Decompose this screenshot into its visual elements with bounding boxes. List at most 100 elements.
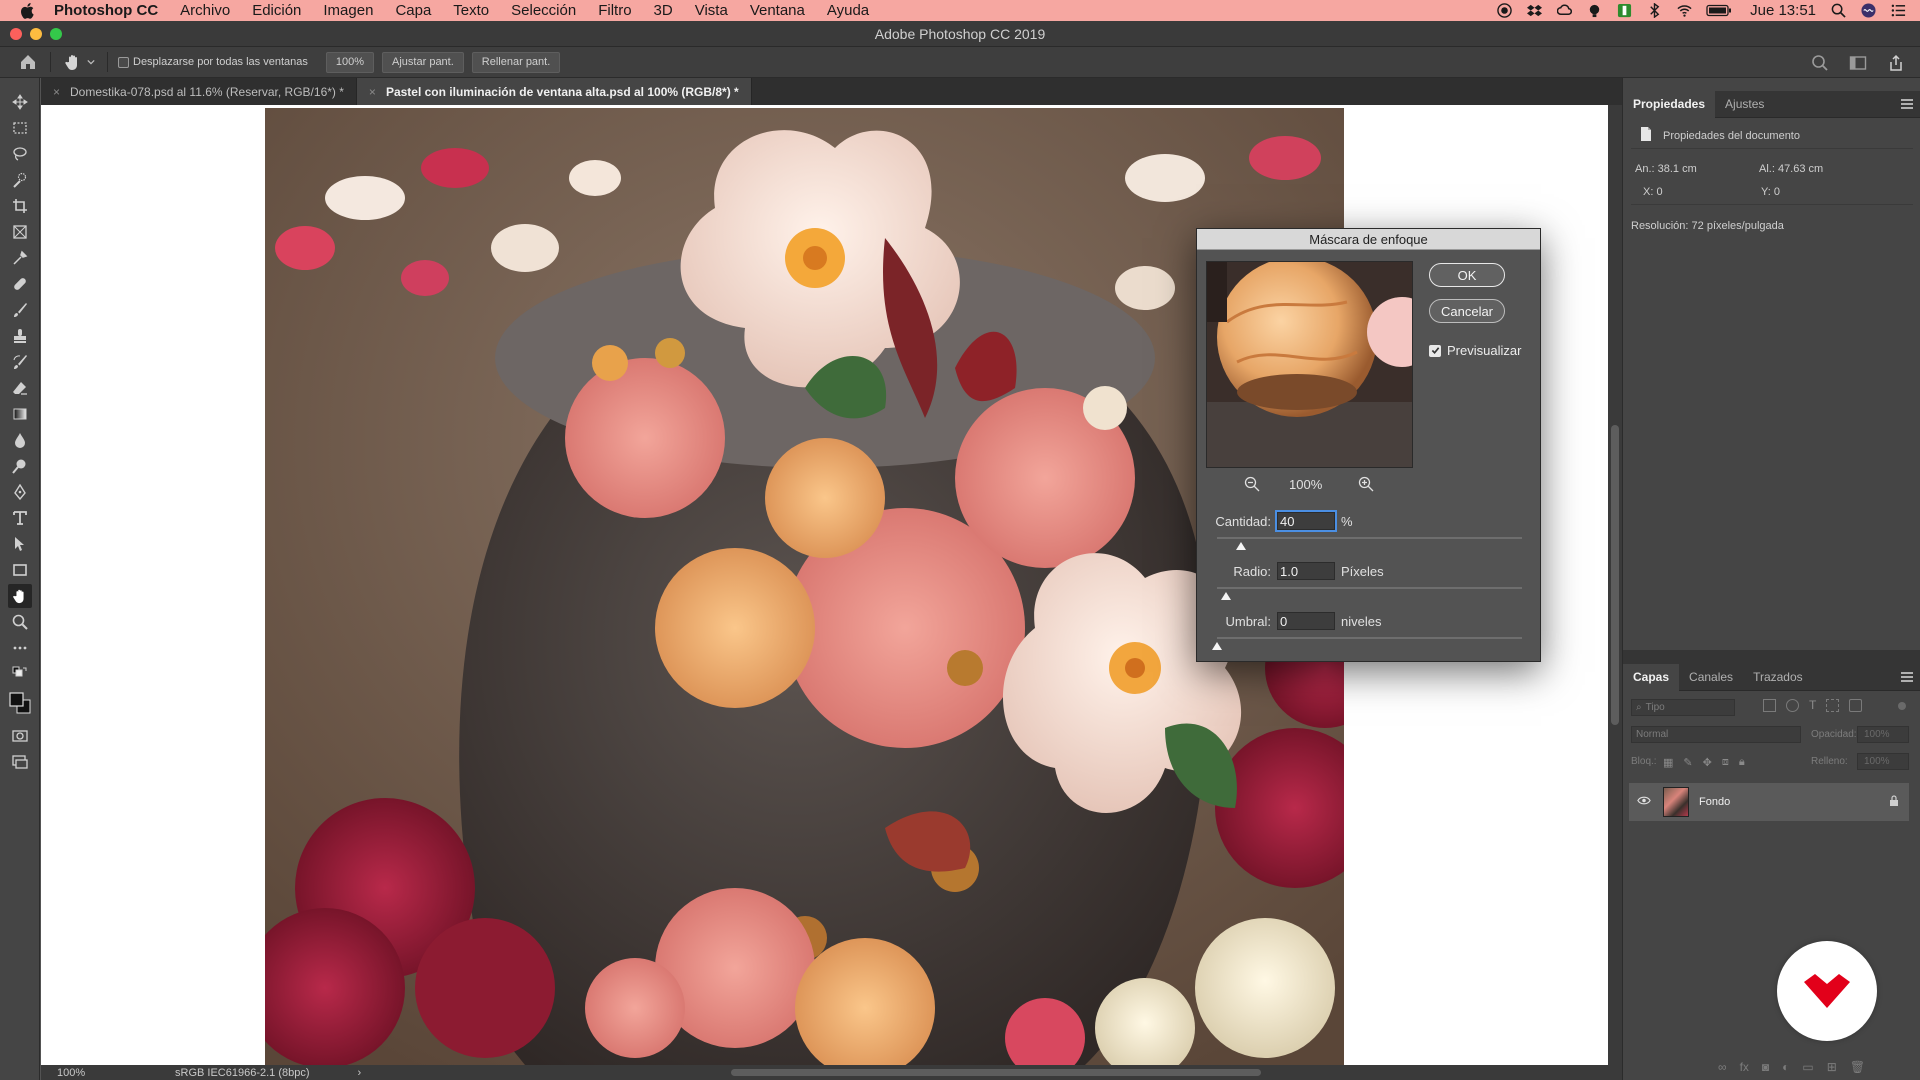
menu-seleccion[interactable]: Selección — [511, 2, 576, 19]
app-status-icon[interactable] — [1616, 3, 1632, 19]
radius-input[interactable] — [1277, 562, 1335, 580]
menu-ayuda[interactable]: Ayuda — [827, 2, 869, 19]
menu-vista[interactable]: Vista — [695, 2, 728, 19]
workspace-icon[interactable] — [1846, 51, 1870, 75]
eraser-tool-icon[interactable] — [8, 376, 32, 400]
blur-tool-icon[interactable] — [8, 428, 32, 452]
shape-filter-icon[interactable] — [1826, 699, 1840, 712]
path-selection-tool-icon[interactable] — [8, 532, 32, 556]
bulb-icon[interactable] — [1586, 3, 1602, 19]
search-icon[interactable] — [1808, 51, 1832, 75]
blend-mode-select[interactable]: Normal — [1631, 726, 1801, 743]
share-icon[interactable] — [1884, 51, 1908, 75]
threshold-slider[interactable] — [1217, 637, 1522, 639]
frame-tool-icon[interactable] — [8, 220, 32, 244]
menu-ventana[interactable]: Ventana — [750, 2, 805, 19]
adjustment-layer-icon[interactable]: ◐ — [1782, 1060, 1789, 1074]
fit-screen-button[interactable]: Ajustar pant. — [382, 51, 464, 73]
more-tools-icon[interactable] — [8, 636, 32, 660]
menu-texto[interactable]: Texto — [453, 2, 489, 19]
layer-lock-icon[interactable] — [1889, 795, 1899, 807]
close-window-button[interactable] — [10, 28, 22, 40]
link-layers-icon[interactable]: ∞ — [1718, 1060, 1727, 1074]
menu-app-name[interactable]: Photoshop CC — [54, 2, 158, 19]
close-tab-icon[interactable]: × — [369, 85, 376, 99]
lock-all-icon[interactable]: 🔒︎ — [1739, 756, 1745, 769]
menu-archivo[interactable]: Archivo — [180, 2, 230, 19]
close-tab-icon[interactable]: × — [53, 85, 60, 99]
zoom-in-icon[interactable] — [1358, 476, 1376, 494]
bluetooth-icon[interactable] — [1646, 3, 1662, 19]
cake-photo[interactable] — [265, 108, 1344, 1065]
record-icon[interactable] — [1496, 3, 1512, 19]
trash-icon[interactable]: 🗑︎ — [1850, 1060, 1865, 1074]
tab-layers[interactable]: Capas — [1623, 663, 1680, 691]
dodge-tool-icon[interactable] — [8, 454, 32, 478]
lock-transparency-icon[interactable]: ▦ — [1663, 756, 1673, 769]
quick-mask-icon[interactable] — [8, 724, 32, 748]
layer-filter-field[interactable]: ⌕ Tipo — [1631, 699, 1735, 716]
smart-object-filter-icon[interactable] — [1849, 699, 1863, 712]
horizontal-scrollbar-thumb[interactable] — [731, 1069, 1261, 1076]
zoom-out-icon[interactable] — [1244, 476, 1262, 494]
menu-3d[interactable]: 3D — [654, 2, 673, 19]
crop-tool-icon[interactable] — [8, 194, 32, 218]
checkmark-icon[interactable] — [1429, 344, 1441, 357]
notification-center-icon[interactable] — [1890, 3, 1906, 19]
fx-icon[interactable]: fx — [1740, 1060, 1749, 1074]
menu-filtro[interactable]: Filtro — [598, 2, 631, 19]
marquee-tool-icon[interactable] — [8, 116, 32, 140]
quick-selection-tool-icon[interactable] — [8, 168, 32, 192]
visibility-eye-icon[interactable] — [1633, 796, 1655, 808]
menu-imagen[interactable]: Imagen — [323, 2, 373, 19]
minimize-window-button[interactable] — [30, 28, 42, 40]
home-icon[interactable] — [16, 50, 40, 74]
lock-pixels-icon[interactable]: ✎ — [1683, 756, 1692, 769]
healing-brush-tool-icon[interactable] — [8, 272, 32, 296]
amount-input[interactable] — [1275, 510, 1337, 532]
chevron-down-icon[interactable] — [85, 50, 97, 74]
mask-icon[interactable]: ◙ — [1762, 1060, 1769, 1074]
tab-pastel-iluminacion[interactable]: × Pastel con iluminación de ventana alta.… — [356, 78, 752, 105]
checkbox-box[interactable] — [118, 56, 129, 68]
fill-field[interactable]: 100% — [1857, 753, 1909, 770]
cancel-button[interactable]: Cancelar — [1429, 299, 1505, 323]
clock[interactable]: Jue 13:51 — [1750, 2, 1816, 19]
filter-toggle-icon[interactable] — [1898, 702, 1906, 710]
status-menu-arrow[interactable]: › — [358, 1067, 362, 1079]
scroll-all-windows-checkbox[interactable]: Desplazarse por todas las ventanas — [118, 56, 308, 68]
default-colors-icon[interactable] — [8, 662, 32, 686]
adjustment-filter-icon[interactable] — [1786, 699, 1799, 712]
vertical-scrollbar[interactable] — [1608, 105, 1622, 1065]
zoom-tool-icon[interactable] — [8, 610, 32, 634]
tab-paths[interactable]: Trazados — [1743, 664, 1813, 691]
new-layer-icon[interactable]: ⊞ — [1827, 1060, 1837, 1074]
status-zoom[interactable]: 100% — [41, 1067, 111, 1079]
lock-artboard-icon[interactable]: ⧈ — [1722, 756, 1729, 769]
apple-icon[interactable] — [16, 0, 38, 21]
screen-mode-icon[interactable] — [8, 750, 32, 774]
image-filter-icon[interactable] — [1763, 699, 1776, 712]
amount-slider[interactable] — [1217, 537, 1522, 539]
clone-stamp-tool-icon[interactable] — [8, 324, 32, 348]
radius-slider-thumb[interactable] — [1221, 592, 1232, 600]
tab-adjustments[interactable]: Ajustes — [1715, 91, 1774, 118]
dropbox-icon[interactable] — [1526, 3, 1542, 19]
hand-tool-preset-icon[interactable] — [61, 50, 85, 74]
panel-menu-icon[interactable] — [1901, 672, 1913, 682]
tab-channels[interactable]: Canales — [1679, 664, 1743, 691]
menu-capa[interactable]: Capa — [395, 2, 431, 19]
wifi-icon[interactable] — [1676, 3, 1692, 19]
tab-properties[interactable]: Propiedades — [1623, 90, 1716, 118]
eyedropper-tool-icon[interactable] — [8, 246, 32, 270]
filter-preview[interactable] — [1206, 261, 1413, 468]
preview-checkbox[interactable]: Previsualizar — [1429, 343, 1521, 358]
threshold-input[interactable] — [1277, 612, 1335, 630]
rectangle-tool-icon[interactable] — [8, 558, 32, 582]
new-group-icon[interactable]: ▭ — [1802, 1060, 1813, 1074]
amount-slider-thumb[interactable] — [1236, 542, 1247, 550]
brush-tool-icon[interactable] — [8, 298, 32, 322]
spotlight-search-icon[interactable] — [1830, 3, 1846, 19]
menu-edicion[interactable]: Edición — [252, 2, 301, 19]
pen-tool-icon[interactable] — [8, 480, 32, 504]
